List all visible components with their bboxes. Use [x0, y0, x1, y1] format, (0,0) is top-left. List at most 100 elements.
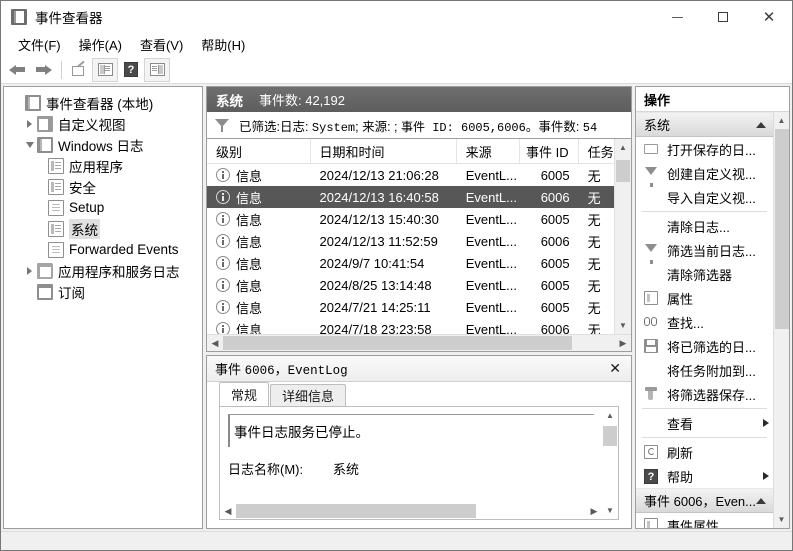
tree-node-system[interactable]: 系统: [4, 218, 202, 239]
scroll-track[interactable]: [602, 424, 618, 502]
show-hide-action-pane-icon[interactable]: [144, 57, 170, 82]
hscroll-thumb[interactable]: [223, 336, 572, 350]
action-open-saved-log[interactable]: 打开保存的日...: [636, 137, 773, 161]
scroll-down-icon[interactable]: ▼: [615, 317, 631, 334]
maximize-button[interactable]: [700, 1, 746, 33]
table-row[interactable]: 信息 2024/9/7 10:41:54 EventL... 6005 无: [207, 252, 614, 274]
triangle-up-icon[interactable]: [756, 121, 766, 128]
tree-node-security[interactable]: 安全: [4, 176, 202, 197]
action-find[interactable]: 查找...: [636, 310, 773, 334]
action-save-filtered-log[interactable]: 将已筛选的日...: [636, 334, 773, 358]
scroll-left-icon[interactable]: ◀: [207, 335, 223, 351]
show-hide-tree-icon[interactable]: [92, 57, 118, 82]
detail-title-prefix: 事件: [215, 362, 245, 377]
hscroll-thumb[interactable]: [236, 504, 476, 518]
properties-icon[interactable]: [67, 59, 91, 81]
detail-horizontal-scrollbar[interactable]: ◀ ▶: [220, 503, 602, 519]
scroll-right-icon[interactable]: ▶: [615, 335, 631, 351]
cell-source: EventL...: [465, 167, 517, 183]
column-header-source[interactable]: 来源: [457, 139, 521, 163]
tree-node-application[interactable]: 应用程序: [4, 155, 202, 176]
scroll-down-icon[interactable]: ▼: [774, 511, 789, 528]
column-header-task[interactable]: 任务: [579, 139, 614, 163]
action-event-properties[interactable]: 事件属性: [636, 513, 773, 528]
tree-node-subscriptions[interactable]: 订阅: [4, 281, 202, 302]
tree-node-event-viewer-local[interactable]: 事件查看器 (本地): [4, 92, 202, 113]
actions-header: 操作: [636, 87, 789, 112]
close-button[interactable]: ✕: [746, 1, 792, 33]
back-icon[interactable]: [6, 59, 30, 81]
window-title: 事件查看器: [35, 11, 103, 26]
actions-section-header-system[interactable]: 系统: [636, 112, 773, 137]
action-view[interactable]: 查看: [636, 411, 773, 435]
menu-action[interactable]: 操作(A): [70, 33, 131, 56]
close-icon[interactable]: ✕: [607, 361, 623, 377]
minimize-button[interactable]: [654, 1, 700, 33]
refresh-icon: [643, 444, 661, 460]
detail-vertical-scrollbar[interactable]: ▲ ▼: [602, 407, 618, 519]
triangle-up-icon[interactable]: [756, 497, 766, 504]
actions-section-header-event[interactable]: 事件 6006，Even...: [636, 488, 773, 513]
scroll-track[interactable]: [615, 156, 631, 317]
scroll-up-icon[interactable]: ▲: [602, 407, 618, 424]
scroll-left-icon[interactable]: ◀: [220, 503, 236, 519]
help-icon[interactable]: ?: [119, 59, 143, 81]
action-refresh[interactable]: 刷新: [636, 440, 773, 464]
tree-node-setup[interactable]: Setup: [4, 197, 202, 218]
action-save-filter[interactable]: 将筛选器保存...: [636, 382, 773, 406]
tree-node-forwarded-events[interactable]: Forwarded Events: [4, 239, 202, 260]
action-clear-filter[interactable]: 清除筛选器: [636, 262, 773, 286]
expander-collapsed[interactable]: [22, 266, 37, 275]
no-icon: [643, 189, 661, 205]
table-row[interactable]: 信息 2024/12/13 21:06:28 EventL... 6005 无: [207, 164, 614, 186]
action-help[interactable]: ? 帮助: [636, 464, 773, 488]
event-list-vertical-scrollbar[interactable]: ▲ ▼: [614, 139, 631, 334]
action-import-custom-view[interactable]: 导入自定义视...: [636, 185, 773, 209]
hscroll-track[interactable]: [236, 503, 586, 519]
action-clear-log[interactable]: 清除日志...: [636, 214, 773, 238]
column-header-eventid[interactable]: 事件 ID: [520, 139, 579, 163]
scroll-up-icon[interactable]: ▲: [774, 112, 789, 129]
action-label: 事件属性: [667, 518, 720, 529]
expander-collapsed[interactable]: [22, 119, 37, 128]
forward-icon[interactable]: [31, 59, 55, 81]
table-row[interactable]: 信息 2024/12/13 15:40:30 EventL... 6005 无: [207, 208, 614, 230]
tree-node-applications-and-services-logs[interactable]: 应用程序和服务日志: [4, 260, 202, 281]
action-properties[interactable]: 属性: [636, 286, 773, 310]
scroll-thumb[interactable]: [603, 426, 617, 446]
action-create-custom-view[interactable]: 创建自定义视...: [636, 161, 773, 187]
tree-node-custom-views[interactable]: 自定义视图: [4, 113, 202, 134]
menu-file[interactable]: 文件(F): [9, 33, 70, 56]
cell-level: 信息: [236, 322, 263, 335]
action-attach-task[interactable]: 将任务附加到...: [636, 358, 773, 382]
cell-source: EventL...: [465, 299, 517, 315]
menu-help[interactable]: 帮助(H): [192, 33, 254, 56]
cell-task: 无: [587, 300, 601, 316]
scroll-track[interactable]: [774, 129, 790, 511]
scroll-right-icon[interactable]: ▶: [586, 503, 602, 519]
table-row[interactable]: 信息 2024/12/13 16:40:58 EventL... 6006 无: [207, 186, 614, 208]
actions-list: 系统 打开保存的日... 创建自定义视... 导入自定义视... 清除日志...…: [636, 112, 773, 528]
table-row[interactable]: 信息 2024/7/21 14:25:11 EventL... 6005 无: [207, 296, 614, 318]
tab-details[interactable]: 详细信息: [270, 384, 347, 406]
action-label: 查找...: [667, 315, 704, 331]
actions-vertical-scrollbar[interactable]: ▲ ▼: [773, 112, 789, 528]
menu-view[interactable]: 查看(V): [131, 33, 192, 56]
cell-eventid: 6006: [540, 189, 570, 205]
action-filter-current-log[interactable]: 筛选当前日志...: [636, 238, 773, 264]
column-header-level[interactable]: 级别: [207, 139, 311, 163]
tab-general[interactable]: 常规: [219, 382, 270, 406]
scroll-thumb[interactable]: [616, 160, 630, 182]
event-list-horizontal-scrollbar[interactable]: ◀ ▶: [207, 334, 631, 351]
scroll-up-icon[interactable]: ▲: [615, 139, 631, 156]
filter-bar[interactable]: 已筛选:日志: System; 来源: ; 事件 ID: 6005,6006。事…: [206, 112, 632, 138]
scroll-down-icon[interactable]: ▼: [602, 502, 618, 519]
scroll-thumb[interactable]: [774, 129, 789, 329]
table-row[interactable]: 信息 2024/12/13 11:52:59 EventL... 6006 无: [207, 230, 614, 252]
column-header-datetime[interactable]: 日期和时间: [311, 139, 457, 163]
table-row[interactable]: 信息 2024/7/18 23:23:58 EventL... 6006 无: [207, 318, 614, 334]
table-row[interactable]: 信息 2024/8/25 13:14:48 EventL... 6005 无: [207, 274, 614, 296]
expander-expanded[interactable]: [22, 141, 37, 148]
tree-node-windows-logs[interactable]: Windows 日志: [4, 134, 202, 155]
hscroll-track[interactable]: [223, 335, 615, 351]
